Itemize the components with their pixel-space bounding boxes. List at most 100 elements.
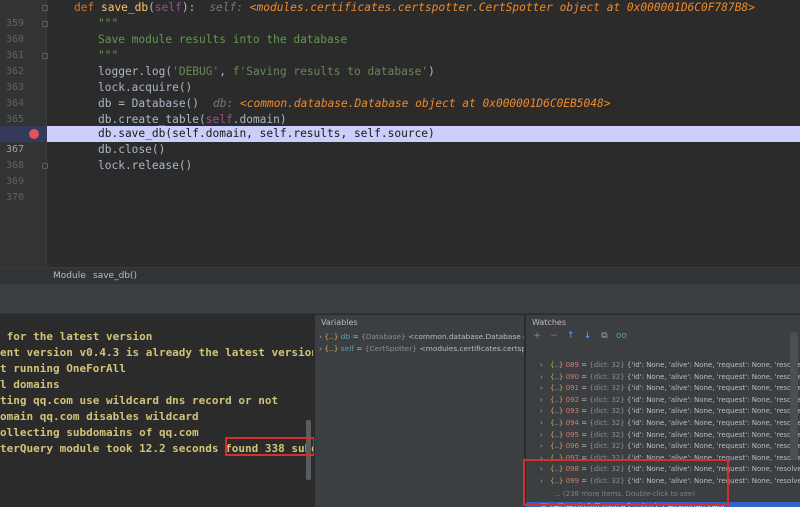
breadcrumb-method[interactable]: save_db() [93, 271, 137, 281]
code-text: .domain) [232, 113, 287, 126]
expand-triangle-icon[interactable]: › [319, 332, 322, 341]
code-line-361[interactable]: 361 Save module results into the databas… [0, 32, 800, 61]
code-line-370[interactable]: 370 [0, 174, 800, 203]
code-line-368[interactable]: 368 db.close() [0, 142, 800, 171]
code-line-367-current[interactable]: 367 db.save_db(self.domain, self.results… [0, 126, 800, 155]
object-icon: {..} [550, 407, 564, 416]
watch-type: {dict: 32} [589, 442, 625, 451]
breadcrumb-module[interactable]: Module [53, 271, 86, 281]
code-line-363[interactable]: 363 logger.log('DEBUG', f'Saving results… [0, 64, 800, 93]
expand-triangle-icon[interactable]: › [540, 360, 550, 371]
watch-row[interactable]: › {..} 090 = {dict: 32} {'id': None, 'ali… [526, 372, 800, 383]
watch-index: 092 [565, 395, 579, 404]
console-line: for the latest version [0, 330, 153, 343]
variable-name: self [340, 344, 354, 353]
console-line: ting qq.com use wildcard dns record or n… [0, 394, 279, 407]
expand-triangle-icon[interactable]: › [319, 344, 322, 353]
add-watch-icon[interactable]: + [530, 331, 544, 341]
watch-row[interactable]: › {..} 089 = {dict: 32} {'id': None, 'ali… [526, 360, 800, 371]
line-number: 370 [5, 192, 24, 203]
console-line: t running OneForAll [0, 362, 126, 375]
object-icon: {..} [550, 384, 564, 393]
self-param: self [154, 1, 182, 14]
code-line-362[interactable]: 362 """ [0, 48, 800, 77]
breakpoint-icon[interactable] [29, 129, 39, 139]
watch-type: {dict: 32} [589, 372, 625, 381]
watches-scrollbar[interactable] [790, 332, 798, 460]
console-line: l domains [0, 378, 60, 391]
watches-toolbar: + − ↑ ↓ ⧉ oo [530, 331, 628, 345]
code-text: db.save_db(self.domain, self.results, se… [98, 127, 435, 140]
watch-value: {'id': None, 'alive': None, 'request': N… [626, 442, 800, 451]
move-up-icon[interactable]: ↑ [564, 331, 578, 341]
object-icon: {..} [324, 332, 339, 341]
variable-type: {Database} [361, 332, 406, 341]
code-line-360[interactable]: 360 """ [0, 16, 800, 45]
code-text: lock.release() [98, 159, 193, 172]
watch-type: {dict: 32} [589, 407, 625, 416]
object-icon: {..} [550, 395, 564, 404]
variable-value: <modules.certificates.certspotter.C [419, 344, 524, 353]
move-down-icon[interactable]: ↓ [581, 331, 595, 341]
code-text: db.create_table( [98, 113, 206, 126]
string-literal: 'DEBUG' [172, 65, 220, 78]
docstring: """ [98, 17, 119, 30]
code-line-364[interactable]: 364 lock.acquire() [0, 80, 800, 109]
watch-index: 090 [565, 372, 579, 381]
debug-toolbar-strip [0, 284, 800, 314]
object-icon: {..} [550, 430, 564, 439]
code-line-369[interactable]: 369 lock.release() [0, 158, 800, 187]
variable-row-self[interactable]: › {..} self = {CertSpotter} <modules.cer… [319, 343, 524, 355]
self-param: self [205, 113, 233, 126]
watch-value: {'id': None, 'alive': None, 'request': N… [626, 372, 800, 381]
watch-row[interactable]: › {..} 096 = {dict: 32} {'id': None, 'ali… [526, 441, 800, 452]
expand-triangle-icon[interactable]: › [540, 441, 550, 452]
inline-debug-name: db: [213, 97, 234, 110]
remove-watch-icon[interactable]: − [547, 331, 561, 341]
watch-row[interactable]: › {..} 091 = {dict: 32} {'id': None, 'ali… [526, 383, 800, 394]
fold-marker-icon[interactable] [42, 163, 48, 169]
fold-marker-icon[interactable] [42, 21, 48, 27]
watch-row[interactable]: › {..} 095 = {dict: 32} {'id': None, 'ali… [526, 430, 800, 441]
expand-triangle-icon[interactable]: › [540, 383, 550, 394]
code-line-359[interactable]: 359 def save_db(self): self: <modules.cer… [0, 0, 800, 29]
watch-type: {dict: 32} [589, 430, 625, 439]
fold-marker-icon[interactable] [42, 5, 48, 11]
watch-index: 094 [565, 419, 579, 427]
watch-type: {dict: 32} [589, 361, 625, 369]
console-line: ollecting subdomains of qq.com [0, 426, 199, 439]
inline-debug-value: <modules.certificates.certspotter.CertSp… [249, 1, 755, 14]
watch-row[interactable]: › {..} 093 = {dict: 32} {'id': None, 'ali… [526, 406, 800, 417]
breadcrumb-separator: › [83, 271, 87, 281]
annotation-highlight-box [523, 459, 729, 506]
variable-row-db[interactable]: › {..} db = {Database} <common.database.… [319, 331, 524, 343]
watch-row[interactable]: › {..} 092 = {dict: 32} {'id': None, 'ali… [526, 395, 800, 406]
variables-panel[interactable]: Variables › {..} db = {Database} <common… [314, 315, 524, 507]
variable-type: {CertSpotter} [364, 344, 418, 353]
watch-value: {'id': None, 'alive': None, 'request': N… [626, 430, 800, 439]
watch-index: 093 [565, 407, 579, 416]
expand-triangle-icon[interactable]: › [540, 430, 550, 441]
copy-icon[interactable]: ⧉ [598, 331, 612, 341]
expand-triangle-icon[interactable]: › [540, 418, 550, 429]
code-line-365[interactable]: 365 db = Database() db: <common.database.… [0, 96, 800, 125]
watch-value: {'id': None, 'alive': None, 'request': N… [626, 361, 800, 369]
code-editor[interactable]: 359 def save_db(self): self: <modules.cer… [0, 0, 800, 267]
glasses-icon[interactable]: oo [614, 331, 628, 341]
console-output[interactable]: for the latest version ent version v0.4.… [0, 315, 313, 507]
watch-index: 089 [565, 361, 579, 369]
expand-triangle-icon[interactable]: › [540, 372, 550, 383]
object-icon: {..} [550, 419, 564, 427]
code-text: def save_db(self): self: <modules.certifi… [74, 0, 755, 16]
variables-header: Variables [321, 318, 358, 327]
keyword: def [74, 1, 95, 14]
expand-triangle-icon[interactable]: › [540, 395, 550, 406]
object-icon: {..} [550, 372, 564, 381]
fold-marker-icon[interactable] [42, 53, 48, 59]
watch-row[interactable]: › {..} 094 = {dict: 32} {'id': None, 'ali… [526, 418, 800, 429]
code-text: db.close() [98, 143, 166, 156]
expand-triangle-icon[interactable]: › [540, 406, 550, 417]
code-text: db = Database() [98, 97, 200, 110]
console-line: ent version v0.4.3 is already the latest… [0, 346, 313, 359]
watch-index: 095 [565, 430, 579, 439]
